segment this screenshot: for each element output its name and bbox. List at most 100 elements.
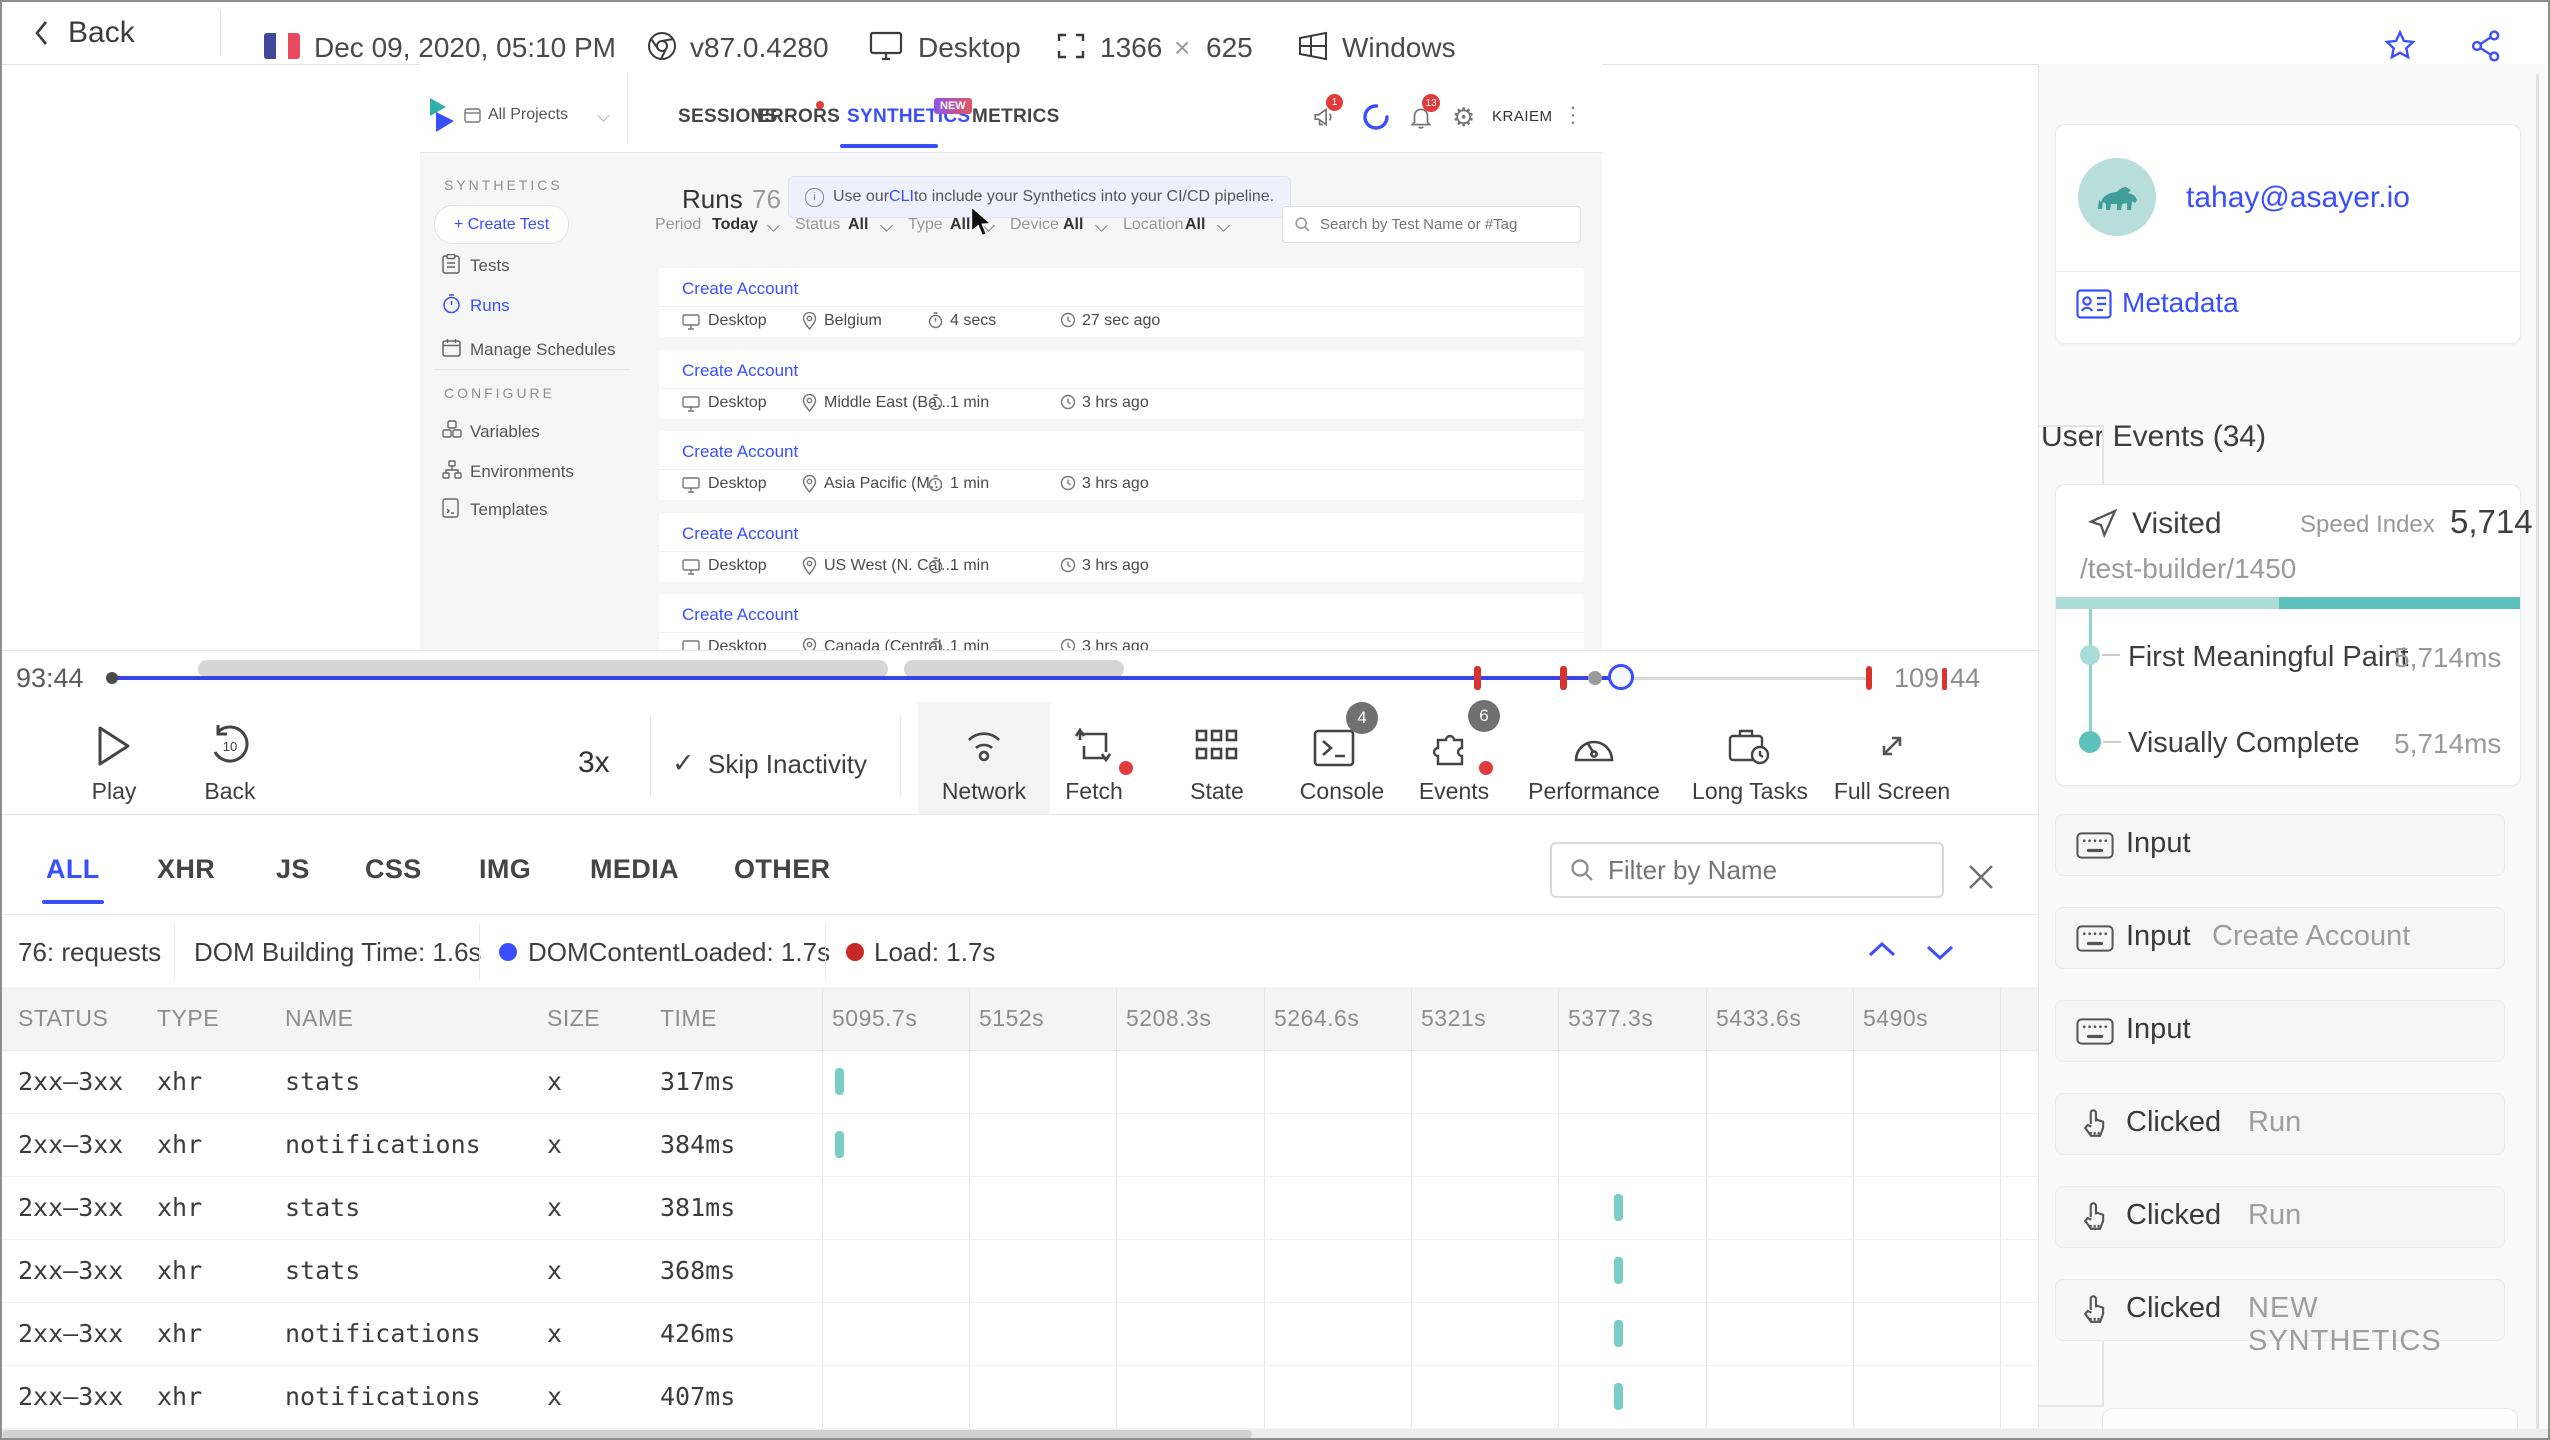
filter-location-value[interactable]: All xyxy=(1185,216,1205,234)
event-item-input[interactable]: Input xyxy=(2055,1000,2505,1062)
run-card[interactable]: Create Account Desktop Asia Pacific (M..… xyxy=(659,431,1584,500)
tab-js[interactable]: JS xyxy=(276,854,310,885)
skip-inactivity-check-icon[interactable]: ✓ xyxy=(672,748,695,779)
run-card[interactable]: Create Account Desktop Belgium 4 secs 27… xyxy=(659,268,1584,337)
event-marker-red[interactable] xyxy=(1474,666,1481,690)
fmp-label: First Meaningful Paint xyxy=(2128,641,2409,673)
filter-period-value[interactable]: Today xyxy=(712,216,758,234)
run-name-link[interactable]: Create Account xyxy=(682,605,798,625)
cli-link[interactable]: CLI xyxy=(889,188,914,206)
create-test-button[interactable]: + Create Test xyxy=(434,205,569,244)
run-duration: 1 min xyxy=(950,475,990,492)
col-size[interactable]: SIZE xyxy=(547,987,600,1050)
clock-icon xyxy=(1060,557,1076,573)
user-email[interactable]: tahay@asayer.io xyxy=(2186,181,2410,215)
chevron-down-icon[interactable] xyxy=(1922,937,1958,967)
tab-xhr[interactable]: XHR xyxy=(157,854,215,885)
run-duration: 1 min xyxy=(950,557,990,574)
network-row[interactable]: 2xx–3xx xhr stats x 368ms xyxy=(2,1239,2038,1303)
event-label: Clicked xyxy=(2126,1199,2222,1231)
col-status[interactable]: STATUS xyxy=(18,987,108,1050)
user-menu[interactable]: KRAIEM xyxy=(1492,108,1553,125)
network-row[interactable]: 2xx–3xx xhr notifications x 407ms xyxy=(2,1365,2038,1429)
run-name-link[interactable]: Create Account xyxy=(682,361,798,381)
kebab-menu-icon[interactable]: ⋮ xyxy=(1562,102,1584,128)
skip-inactivity-label[interactable]: Skip Inactivity xyxy=(708,749,867,780)
event-item-click[interactable]: Clicked Run xyxy=(2055,1093,2505,1155)
visited-event-card[interactable]: Visited Speed Index 5,714 /test-builder/… xyxy=(2055,484,2533,786)
event-marker-red[interactable] xyxy=(1560,666,1567,690)
col-type[interactable]: TYPE xyxy=(157,987,219,1050)
run-card[interactable]: Create Account Desktop US West (N. Cal..… xyxy=(659,513,1584,582)
play-icon[interactable] xyxy=(94,724,134,768)
filter-device-value[interactable]: All xyxy=(1063,216,1083,234)
network-row[interactable]: 2xx–3xx xhr notifications x 426ms xyxy=(2,1302,2038,1366)
long-tasks-icon[interactable] xyxy=(1727,726,1773,766)
close-icon[interactable] xyxy=(1964,860,1998,894)
network-row[interactable]: 2xx–3xx xhr stats x 381ms xyxy=(2,1176,2038,1240)
tab-img[interactable]: IMG xyxy=(479,854,531,885)
gear-icon[interactable]: ⚙ xyxy=(1452,102,1475,133)
visit-progress-fill xyxy=(2279,597,2520,609)
share-icon[interactable] xyxy=(2468,28,2504,64)
playhead[interactable] xyxy=(1608,664,1634,690)
event-marker-red[interactable] xyxy=(1866,666,1872,690)
tab-errors[interactable]: ERRORS xyxy=(757,106,840,128)
tab-other[interactable]: OTHER xyxy=(734,854,831,885)
network-row[interactable]: 2xx–3xx xhr notifications x 384ms xyxy=(2,1113,2038,1177)
events-puzzle-icon[interactable] xyxy=(1432,728,1476,768)
sidebar-scrollbar[interactable] xyxy=(2536,74,2539,1430)
tab-media[interactable]: MEDIA xyxy=(590,854,679,885)
back-button[interactable]: Back xyxy=(30,16,135,50)
run-name-link[interactable]: Create Account xyxy=(682,279,798,299)
run-name-link[interactable]: Create Account xyxy=(682,442,798,462)
event-item-input[interactable]: Input Create Account xyxy=(2055,907,2505,969)
sidebar-item-manage-schedules[interactable]: Manage Schedules xyxy=(470,340,616,360)
fetch-icon[interactable] xyxy=(1072,726,1116,766)
console-badge: 4 xyxy=(1346,702,1378,734)
chevron-up-icon[interactable] xyxy=(1864,935,1900,965)
full-screen-icon[interactable] xyxy=(1872,726,1912,766)
sidebar-item-templates[interactable]: Templates xyxy=(470,500,547,520)
tab-all[interactable]: ALL xyxy=(46,854,100,885)
top-bar: Back Dec 09, 2020, 05:10 PM v87.0.4280 D… xyxy=(2,2,2548,65)
horizontal-scrollbar-track[interactable] xyxy=(2,1429,2548,1438)
performance-gauge-icon[interactable] xyxy=(1572,726,1616,766)
event-item-click[interactable]: Clicked NEW SYNTHETICS xyxy=(2055,1279,2505,1357)
event-item-input[interactable]: Input xyxy=(2055,814,2505,876)
run-card[interactable]: Create Account Desktop Canada (Central..… xyxy=(659,594,1584,650)
banner-text: Use our xyxy=(833,188,890,205)
test-search-box[interactable] xyxy=(1282,206,1581,243)
run-name-link[interactable]: Create Account xyxy=(682,524,798,544)
sidebar-item-variables[interactable]: Variables xyxy=(470,422,540,442)
timeline-progress[interactable] xyxy=(110,676,1622,680)
timeline-remaining[interactable] xyxy=(1622,677,1870,680)
filter-status-value[interactable]: All xyxy=(848,216,868,234)
back-10-icon[interactable]: 10 xyxy=(208,724,252,768)
event-item-click[interactable]: Clicked Run xyxy=(2055,1186,2505,1248)
event-marker-gray[interactable] xyxy=(1588,671,1602,685)
sidebar-item-environments[interactable]: Environments xyxy=(470,462,574,482)
filter-box[interactable] xyxy=(1550,842,1944,898)
horizontal-scrollbar-thumb[interactable] xyxy=(2,1430,1252,1438)
filter-input[interactable] xyxy=(1606,853,1930,887)
col-time[interactable]: TIME xyxy=(660,987,717,1050)
tab-metrics[interactable]: METRICS xyxy=(972,106,1060,128)
console-icon[interactable] xyxy=(1313,729,1355,767)
tab-css[interactable]: CSS xyxy=(365,854,422,885)
run-card[interactable]: Create Account Desktop Middle East (Ba..… xyxy=(659,350,1584,419)
sidebar-item-tests[interactable]: Tests xyxy=(470,256,510,276)
speed-button[interactable]: 3x xyxy=(578,746,610,780)
project-selector[interactable]: All Projects xyxy=(488,106,568,124)
network-row[interactable]: 2xx–3xx xhr stats x 317ms xyxy=(2,1050,2038,1114)
network-icon xyxy=(961,724,1007,764)
player-timeline[interactable]: 93:44 109 44 xyxy=(2,650,2038,703)
test-search-input[interactable] xyxy=(1318,215,1572,234)
filter-type-value[interactable]: All xyxy=(950,216,970,234)
state-icon[interactable] xyxy=(1195,728,1239,764)
col-name[interactable]: NAME xyxy=(285,987,353,1050)
sidebar-item-runs[interactable]: Runs xyxy=(470,296,510,316)
favorite-star-icon[interactable] xyxy=(2382,28,2418,64)
vc-label: Visually Complete xyxy=(2128,727,2360,759)
metadata-link[interactable]: Metadata xyxy=(2122,287,2239,319)
